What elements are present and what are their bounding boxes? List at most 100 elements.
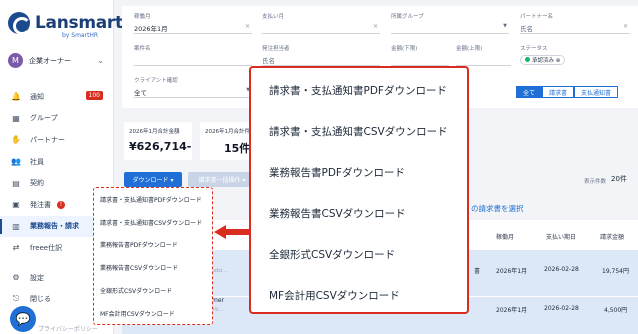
- sidebar-item-label: 契約: [30, 179, 44, 188]
- status-chip[interactable]: 承認済み ⊗: [520, 55, 566, 65]
- segment-payment-notice[interactable]: 支払通知書: [574, 86, 619, 98]
- sidebar-item-label: freee仕訳: [30, 243, 63, 252]
- sidebar-item-label: 業務報告・請求: [30, 222, 79, 231]
- row-amount: 4,500円: [604, 307, 628, 314]
- status-field[interactable]: 承認済み ⊗: [520, 54, 630, 66]
- sidebar-item-label: 設定: [30, 273, 44, 282]
- menu-item-report-csv[interactable]: 業務報告書CSVダウンロード: [94, 256, 212, 279]
- row-amount: 19,754円: [602, 268, 629, 275]
- period-value: 2026年1月: [134, 25, 168, 33]
- chevron-down-icon: ▼: [503, 23, 507, 29]
- sidebar-item-0[interactable]: 🔔 通知 100: [0, 86, 113, 108]
- client-label: クライアント確認: [134, 78, 178, 84]
- total-amount-value: ¥626,714-: [129, 140, 192, 153]
- callout-item-report-pdf: 業務報告書PDFダウンロード: [269, 167, 405, 179]
- total-amount-card: 2026年1月合計金額 ¥626,714-: [124, 122, 192, 160]
- people-icon: 👥: [11, 157, 21, 167]
- download-button[interactable]: ダウンロード ▾: [124, 172, 182, 187]
- case-field[interactable]: [134, 54, 252, 66]
- sidebar-item-label: 発注書: [30, 200, 51, 209]
- notification-badge: 100: [85, 91, 103, 100]
- avatar: M: [8, 53, 23, 68]
- status-dot-icon: [525, 57, 530, 62]
- bell-icon: 🔔: [11, 92, 21, 102]
- sidebar-item-label: パートナー: [30, 135, 65, 144]
- client-select[interactable]: 全て ▼: [134, 86, 252, 98]
- orderer-field[interactable]: 氏名: [262, 54, 380, 66]
- group-field[interactable]: ▼: [391, 22, 509, 34]
- client-value: 全て: [134, 89, 147, 97]
- sidebar-item-label: 通知: [30, 92, 44, 101]
- bulk-action-button[interactable]: 請求書一括操作 ▾: [188, 172, 256, 187]
- freee-icon: ⇄: [12, 243, 20, 253]
- callout-item-zengin-csv: 全銀形式CSVダウンロード: [269, 249, 396, 261]
- total-amount-title: 2026年1月合計金額: [129, 129, 180, 135]
- amount-min-label: 金額(下限): [391, 46, 418, 52]
- clear-icon[interactable]: ✕: [623, 23, 628, 30]
- select-invoices-link[interactable]: の請求書を選択: [471, 203, 524, 214]
- segment-all[interactable]: 全て: [516, 86, 543, 98]
- group-label: 所属グループ: [391, 14, 424, 20]
- orderer-label: 発注担当者: [262, 46, 290, 52]
- chat-icon: 💬: [15, 312, 31, 326]
- per-page-label: 表示件数: [584, 179, 607, 185]
- col-header-amount: 請求金額: [600, 234, 625, 241]
- privacy-link[interactable]: プライバシーポリシー: [38, 324, 98, 333]
- sidebar-item-label: 社員: [30, 157, 44, 166]
- menu-item-invoice-csv[interactable]: 請求書・支払通知書CSVダウンロード: [94, 211, 212, 234]
- sidebar-item-1[interactable]: ▦ グループ: [0, 108, 113, 130]
- chevron-down-icon: ⌄: [97, 56, 104, 65]
- partner-field[interactable]: 氏名 ✕: [520, 22, 630, 34]
- col-header-month: 稼働月: [496, 234, 515, 241]
- sidebar-item-label: グループ: [30, 114, 58, 123]
- amount-min-field[interactable]: [391, 54, 449, 66]
- menu-item-zengin-csv[interactable]: 全銀形式CSVダウンロード: [94, 279, 212, 302]
- col-header-due: 支払い期日: [546, 234, 577, 241]
- sidebar-item-3[interactable]: 👥 社員: [0, 151, 113, 173]
- row-due: 2026-02-28: [544, 266, 579, 273]
- row-due: 2026-02-28: [544, 305, 579, 312]
- brand-sub: by SmartHR: [62, 32, 99, 39]
- partner-placeholder: 氏名: [520, 25, 533, 33]
- report-icon: ▥: [12, 221, 20, 231]
- contract-icon: ▤: [12, 178, 20, 188]
- chat-button[interactable]: 💬: [10, 306, 36, 332]
- row-partner: mer: [212, 297, 225, 304]
- sidebar-item-label: 閉じる: [30, 295, 51, 304]
- per-page-select[interactable]: 20件: [611, 174, 627, 184]
- gear-icon: ⚙: [12, 273, 20, 283]
- clear-icon[interactable]: ✕: [245, 23, 250, 30]
- case-label: 案件名: [134, 46, 151, 52]
- total-count-title: 2026年1月合計件数: [205, 129, 256, 135]
- amount-max-label: 金額(上限): [456, 46, 483, 52]
- notification-badge: !: [57, 200, 65, 209]
- callout-item-mf-csv: MF会計用CSVダウンロード: [269, 290, 400, 302]
- row-partner: 書: [474, 268, 481, 275]
- callout-item-report-csv: 業務報告書CSVダウンロード: [269, 208, 406, 220]
- amount-max-field[interactable]: [456, 54, 511, 66]
- period-field[interactable]: 2026年1月 ✕: [134, 22, 252, 34]
- account-switcher[interactable]: M 企業オーナー ⌄: [8, 53, 104, 68]
- document-icon: ▣: [12, 200, 20, 210]
- sidebar-item-2[interactable]: ✋ パートナー: [0, 129, 113, 151]
- payment-label: 支払い月: [262, 14, 285, 20]
- brand-name: Lansmart: [35, 13, 123, 33]
- logo[interactable]: Lansmart: [8, 12, 123, 35]
- callout-item-invoice-csv: 請求書・支払通知書CSVダウンロード: [269, 126, 448, 138]
- orderer-placeholder: 氏名: [262, 57, 275, 65]
- menu-item-report-pdf[interactable]: 業務報告書PDFダウンロード: [94, 234, 212, 257]
- account-name: 企業オーナー: [29, 56, 71, 65]
- handshake-icon: ✋: [11, 135, 21, 145]
- type-segment: 全て 請求書 支払通知書: [516, 86, 619, 98]
- total-count-value: 15件: [224, 142, 251, 155]
- logout-icon: ⎋: [12, 294, 20, 304]
- payment-field[interactable]: ✕: [262, 22, 380, 34]
- clear-icon[interactable]: ✕: [373, 23, 378, 30]
- logo-icon: [8, 12, 31, 35]
- menu-item-invoice-pdf[interactable]: 請求書・支払通知書PDFダウンロード: [94, 188, 212, 211]
- building-icon: ▦: [12, 113, 20, 123]
- segment-invoice[interactable]: 請求書: [542, 86, 575, 98]
- menu-item-mf-csv[interactable]: MF会計用CSVダウンロード: [94, 302, 212, 325]
- callout-arrow-icon: [214, 225, 250, 239]
- period-label: 稼働月: [134, 14, 151, 20]
